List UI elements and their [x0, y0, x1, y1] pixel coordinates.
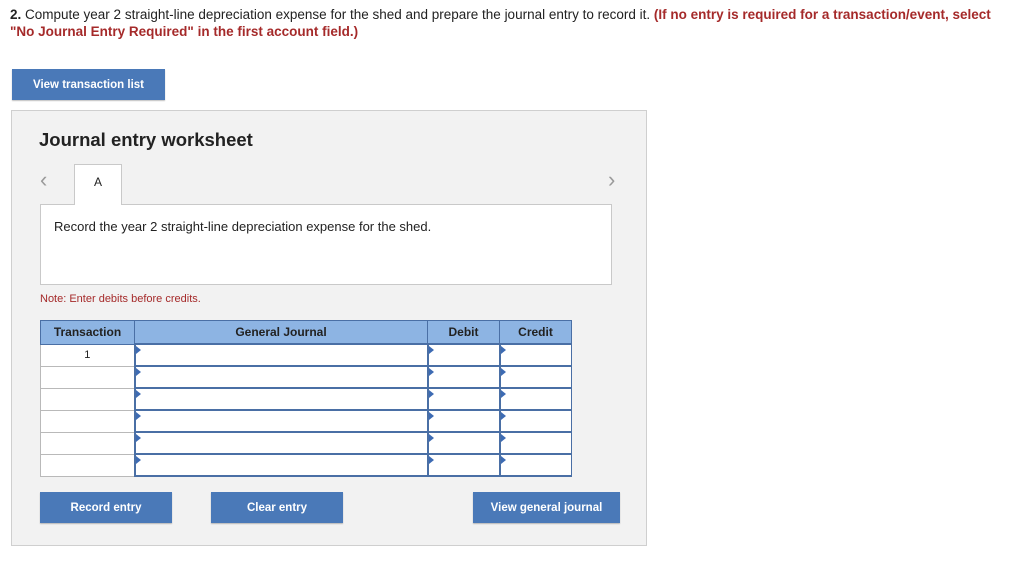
debit-field[interactable]: [426, 387, 500, 411]
journal-table: Transaction General Journal Debit Credit…: [40, 320, 572, 477]
credit-field[interactable]: [498, 409, 572, 433]
debit-field[interactable]: [426, 431, 500, 455]
transaction-cell: [40, 431, 135, 455]
record-entry-button[interactable]: Record entry: [40, 492, 172, 523]
view-transaction-list-button[interactable]: View transaction list: [12, 69, 165, 100]
instruction-text: Record the year 2 straight-line deprecia…: [54, 219, 432, 234]
debit-field[interactable]: [426, 365, 500, 389]
header-debit: Debit: [427, 320, 500, 345]
credit-field[interactable]: [498, 387, 572, 411]
tab-a[interactable]: A: [74, 164, 122, 205]
question-number: 2.: [10, 7, 22, 22]
header-transaction: Transaction: [40, 320, 135, 345]
debit-field[interactable]: [426, 409, 500, 433]
table-row: [40, 365, 572, 389]
question-text: 2. Compute year 2 straight-line deprecia…: [10, 6, 1010, 40]
table-row: [40, 453, 572, 477]
table-row: [40, 387, 572, 411]
note-text: Note: Enter debits before credits.: [40, 293, 201, 305]
account-field[interactable]: [133, 453, 428, 477]
table-row: [40, 431, 572, 455]
credit-field[interactable]: [498, 431, 572, 455]
worksheet-title: Journal entry worksheet: [39, 129, 253, 150]
clear-entry-button[interactable]: Clear entry: [211, 492, 343, 523]
transaction-cell: [40, 453, 135, 477]
account-field[interactable]: [133, 365, 428, 389]
journal-entry-worksheet: Journal entry worksheet ‹ › A Record the…: [11, 110, 647, 546]
header-credit: Credit: [499, 320, 572, 345]
view-general-journal-button[interactable]: View general journal: [473, 492, 620, 523]
instruction-box: Record the year 2 straight-line deprecia…: [40, 204, 612, 285]
transaction-cell: [40, 365, 135, 389]
account-field[interactable]: [133, 387, 428, 411]
chevron-right-icon[interactable]: ›: [608, 169, 615, 191]
transaction-cell: 1: [40, 343, 135, 367]
transaction-cell: [40, 387, 135, 411]
account-field[interactable]: [133, 409, 428, 433]
header-general-journal: General Journal: [134, 320, 428, 345]
credit-field[interactable]: [498, 453, 572, 477]
chevron-left-icon[interactable]: ‹: [40, 169, 47, 191]
account-field[interactable]: [133, 431, 428, 455]
account-field[interactable]: [133, 343, 428, 367]
question-body: Compute year 2 straight-line depreciatio…: [21, 7, 654, 22]
table-row: 1: [40, 343, 572, 367]
debit-field[interactable]: [426, 343, 500, 367]
credit-field[interactable]: [498, 343, 572, 367]
table-row: [40, 409, 572, 433]
credit-field[interactable]: [498, 365, 572, 389]
transaction-cell: [40, 409, 135, 433]
debit-field[interactable]: [426, 453, 500, 477]
journal-header-row: Transaction General Journal Debit Credit: [40, 320, 572, 345]
